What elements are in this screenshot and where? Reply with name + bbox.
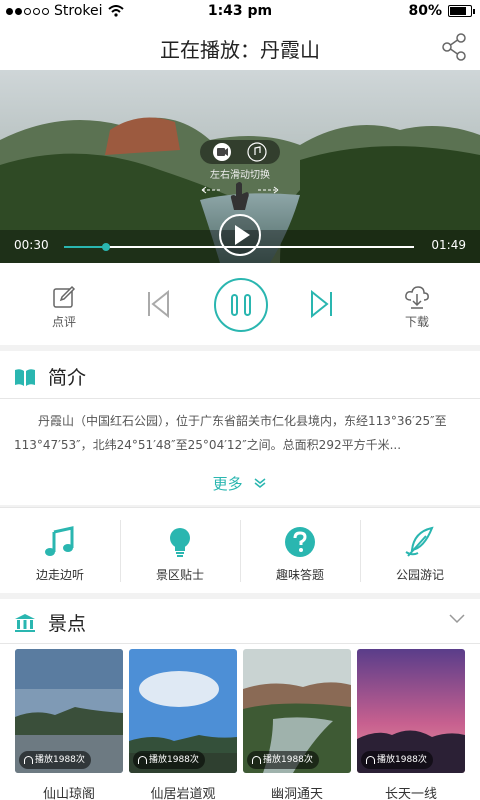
intro-section: 简介 丹霞山（中国红石公园），位于广东省韶关市仁化县境内，东经113°36′25… bbox=[0, 351, 480, 505]
comment-button[interactable]: 点评 bbox=[44, 285, 84, 330]
feature-label: 趣味答题 bbox=[275, 568, 324, 582]
scenic-card[interactable]: 播放1988次 仙山琼阁 bbox=[15, 649, 123, 800]
current-time: 00:30 bbox=[14, 238, 49, 252]
swipe-hint: 左右滑动切换 bbox=[210, 170, 270, 181]
scenic-card[interactable]: 播放1988次 幽洞通天 bbox=[243, 649, 351, 800]
chevron-down-icon[interactable] bbox=[448, 613, 466, 625]
scenic-image: 播放1988次 bbox=[129, 649, 237, 773]
feature-label: 景区贴士 bbox=[155, 568, 204, 582]
feature-quiz[interactable]: 趣味答题 bbox=[240, 508, 360, 594]
play-count: 播放1988次 bbox=[247, 751, 319, 769]
feature-tips[interactable]: 景区贴士 bbox=[120, 508, 240, 594]
music-note-icon bbox=[45, 526, 74, 556]
swipe-hand-icon bbox=[201, 182, 279, 210]
play-icon bbox=[235, 225, 250, 245]
total-time: 01:49 bbox=[431, 238, 466, 252]
scenic-card[interactable]: 播放1988次 长天一线 bbox=[357, 649, 465, 800]
feature-listen[interactable]: 边走边听 bbox=[0, 508, 120, 594]
download-label: 下载 bbox=[404, 315, 429, 329]
more-button[interactable]: 更多 bbox=[0, 473, 480, 494]
scenic-name: 仙居岩道观 bbox=[150, 787, 216, 800]
previous-icon[interactable] bbox=[146, 290, 172, 318]
player-controls: 点评 下载 bbox=[0, 263, 480, 345]
scenic-title: 景点 bbox=[48, 613, 87, 635]
progress-bar[interactable] bbox=[64, 243, 414, 251]
scenic-name: 长天一线 bbox=[384, 787, 437, 800]
more-label: 更多 bbox=[212, 475, 243, 493]
feature-label: 边走边听 bbox=[35, 568, 84, 582]
cloud-download-icon bbox=[405, 286, 429, 309]
battery-icon bbox=[448, 5, 475, 17]
progress-thumb[interactable] bbox=[102, 243, 110, 251]
feather-icon bbox=[405, 526, 434, 557]
feature-label: 公园游记 bbox=[395, 568, 444, 582]
double-chevron-down-icon bbox=[254, 478, 266, 488]
scenic-name: 幽洞通天 bbox=[270, 787, 323, 800]
scenic-name: 仙山琼阁 bbox=[42, 787, 95, 800]
intro-text: 丹霞山（中国红石公园），位于广东省韶关市仁化县境内，东经113°36′25″至1… bbox=[14, 414, 447, 452]
play-count: 播放1988次 bbox=[133, 751, 205, 769]
video-player[interactable]: 左右滑动切换 00:30 01:49 bbox=[0, 70, 480, 263]
pause-button[interactable] bbox=[214, 278, 268, 332]
media-mode-switch[interactable] bbox=[200, 140, 280, 164]
scenic-card[interactable]: 播放1988次 仙居岩道观 bbox=[129, 649, 237, 800]
edit-icon bbox=[53, 285, 76, 308]
comment-label: 点评 bbox=[51, 315, 76, 329]
page-title: 正在播放：丹霞山 bbox=[160, 38, 320, 62]
status-bar: Strokei 1:43 pm 80% bbox=[0, 0, 480, 24]
scenic-image: 播放1988次 bbox=[15, 649, 123, 773]
scenic-image: 播放1988次 bbox=[243, 649, 351, 773]
header: 正在播放：丹霞山 bbox=[0, 24, 480, 70]
scenic-image: 播放1988次 bbox=[357, 649, 465, 773]
download-button[interactable]: 下载 bbox=[397, 285, 437, 330]
play-count: 播放1988次 bbox=[19, 751, 91, 769]
question-icon bbox=[285, 527, 315, 557]
intro-title: 简介 bbox=[48, 367, 87, 389]
book-icon bbox=[15, 368, 35, 386]
share-icon[interactable] bbox=[440, 32, 468, 62]
progress-fill bbox=[64, 246, 106, 248]
next-icon[interactable] bbox=[308, 290, 334, 318]
feature-journal[interactable]: 公园游记 bbox=[360, 508, 480, 594]
battery-percent: 80% bbox=[408, 3, 442, 19]
lightbulb-icon bbox=[170, 528, 190, 557]
play-button[interactable] bbox=[219, 214, 261, 256]
scenic-section: 景点 播放1988次 仙山琼阁 播放1988次 仙居岩道观 播放1988次 幽洞… bbox=[0, 599, 480, 800]
pause-icon bbox=[231, 294, 238, 316]
feature-grid: 边走边听 景区贴士 趣味答题 公园游记 bbox=[0, 507, 480, 593]
play-count: 播放1988次 bbox=[361, 751, 433, 769]
museum-icon bbox=[15, 613, 35, 632]
